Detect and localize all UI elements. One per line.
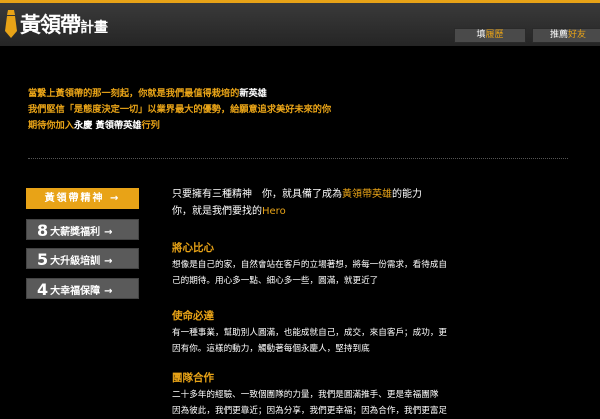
fill-resume-label: 填 [476, 30, 486, 40]
arrow-right-icon: → [110, 193, 121, 204]
section-body: 想像是自己的家，自然會站在客戶的立場著想，將每一份需求，看待成自 己的期待。用心… [172, 257, 472, 289]
intro-line-1-b: 新英雄 [239, 88, 267, 99]
site-logo[interactable]: 黃領帶 計畫 [4, 9, 108, 39]
section-body: 二十多年的經驗、一致個團隊的力量，我們是圓滿推手、更是幸福團隊 因為彼此，我們更… [172, 387, 472, 419]
menu-happiness-guarantee-label: 大幸福保障 [50, 286, 101, 297]
section-body-line: 因為彼此，我們更靠近；因為分享，我們更幸福；因為合作，我們更富足 [172, 406, 448, 416]
arrow-right-icon: → [104, 256, 113, 267]
menu-training[interactable]: 5 大升級培訓 → [26, 248, 139, 269]
intro-line-1-a: 當繫上黃領帶的那一刻起，你就是我們最值得栽培的 [28, 88, 240, 99]
yellow-tie-icon [5, 10, 17, 38]
lead-line-2: 你，就是我們要找的Hero [172, 203, 422, 220]
arrow-right-icon: → [104, 286, 113, 297]
recommend-friend-label: 推薦 [549, 30, 568, 40]
section-body-line: 因有你。這樣的動力，觸動著每個永慶人，堅持到底 [172, 344, 370, 354]
arrow-right-icon: → [104, 227, 113, 238]
menu-yellow-tie-spirit[interactable]: 黃領帶精神 → [26, 188, 139, 209]
logo-sub-text: 計畫 [80, 20, 108, 36]
fill-resume-highlight: 履歷 [485, 30, 504, 40]
lead-line-2-a: 你，就是我們要找的 [172, 206, 262, 217]
intro-line-2: 我們堅信「是態度決定一切」以業界最大的優勢，給願意追求美好未來的你 [28, 104, 332, 115]
menu-number: 4 [37, 280, 49, 299]
menu-training-label: 大升級培訓 [50, 256, 101, 267]
intro-text: 當繫上黃領帶的那一刻起，你就是我們最值得栽培的新英雄 我們堅信「是態度決定一切」… [28, 86, 331, 134]
menu-happiness-guarantee[interactable]: 4 大幸福保障 → [26, 278, 139, 299]
lead-line-1-a: 只要擁有三種精神 你，就具備了成為 [172, 189, 342, 200]
intro-line-3-c: 行列 [141, 120, 160, 131]
section-body-line: 想像是自己的家，自然會站在客戶的立場著想，將每一份需求，看待成自 [172, 260, 448, 270]
intro-line-3-b: 永慶 黃領帶英雄 [73, 120, 142, 131]
lead-line-1-b: 黃領帶英雄 [342, 189, 392, 200]
lead-line-1-c: 的能力 [392, 189, 422, 200]
header-bar: 黃領帶 計畫 填履歷 推薦好友 [0, 0, 600, 46]
section-title: 使命必達 [172, 310, 214, 322]
menu-number: 8 [37, 221, 49, 240]
lead-text: 只要擁有三種精神 你，就具備了成為黃領帶英雄的能力 你，就是我們要找的Hero [172, 186, 422, 220]
intro-line-3-a: 期待你加入 [28, 120, 74, 131]
intro-line-3: 期待你加入永慶 黃領帶英雄行列 [28, 118, 331, 134]
logo-main-text: 黃領帶 [20, 13, 81, 37]
menu-salary-benefits-label: 大薪獎福利 [50, 227, 101, 238]
section-body: 有一種事業，幫助別人圓滿，也能成就自己，成交，來自客戶；成功，更 因有你。這樣的… [172, 325, 472, 357]
section-divider [28, 158, 568, 159]
menu-yellow-tie-spirit-label: 黃領帶精神 [44, 193, 105, 204]
menu-salary-benefits[interactable]: 8 大薪獎福利 → [26, 219, 139, 240]
recommend-friend-button[interactable]: 推薦好友 [532, 28, 600, 43]
recommend-friend-highlight: 好友 [568, 30, 587, 40]
section-body-line: 有一種事業，幫助別人圓滿，也能成就自己，成交，來自客戶；成功，更 [172, 328, 448, 338]
lead-line-2-b: Hero [262, 206, 286, 217]
menu-number: 5 [37, 250, 49, 269]
section-title: 團隊合作 [172, 372, 214, 384]
intro-line-1: 當繫上黃領帶的那一刻起，你就是我們最值得栽培的新英雄 [28, 86, 331, 102]
lead-line-1: 只要擁有三種精神 你，就具備了成為黃領帶英雄的能力 [172, 186, 422, 203]
section-title: 將心比心 [172, 242, 214, 254]
section-body-line: 二十多年的經驗、一致個團隊的力量，我們是圓滿推手、更是幸福團隊 [172, 390, 439, 400]
fill-resume-button[interactable]: 填履歷 [454, 28, 526, 43]
section-body-line: 己的期待。用心多一點、細心多一些，圓滿，就更近了 [172, 276, 379, 286]
